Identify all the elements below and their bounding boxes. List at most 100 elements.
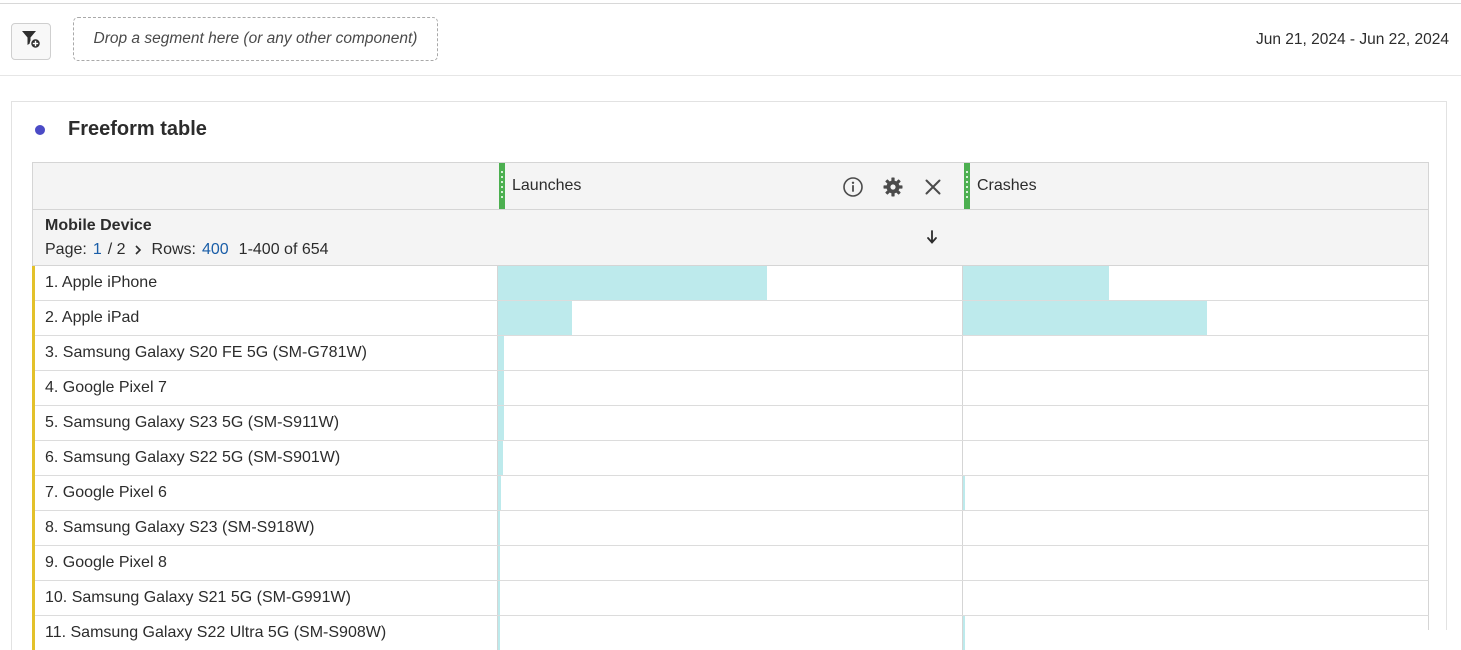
column-label: Crashes	[977, 177, 1037, 194]
bar-launches	[498, 301, 573, 335]
column-label: Launches	[512, 177, 582, 194]
cell-crashes[interactable]	[962, 441, 1428, 475]
filter-add-icon	[20, 28, 42, 55]
cell-launches[interactable]	[497, 406, 962, 440]
rows-per-page-link[interactable]: 400	[202, 241, 229, 259]
dimension-header-row: Mobile Device Page: 1 / 2 Rows: 400 1-40…	[32, 210, 1429, 266]
add-filter-button[interactable]	[11, 23, 51, 60]
cell-launches[interactable]	[497, 581, 962, 615]
panel-status-dot	[35, 125, 45, 135]
sort-descending-icon[interactable]	[926, 229, 938, 250]
dimension-title[interactable]: Mobile Device	[45, 217, 152, 235]
gear-icon[interactable]	[881, 175, 905, 199]
date-range[interactable]: Jun 21, 2024 - Jun 22, 2024	[1256, 31, 1449, 49]
cell-crashes[interactable]	[962, 511, 1428, 545]
row-label[interactable]: 11. Samsung Galaxy S22 Ultra 5G (SM-S908…	[45, 616, 386, 650]
drag-handle-icon[interactable]	[964, 163, 970, 209]
table-row[interactable]: 4. Google Pixel 7	[32, 371, 1429, 406]
row-accent	[32, 581, 35, 616]
column-header-launches[interactable]: Launches	[499, 163, 963, 209]
cell-crashes[interactable]	[962, 371, 1428, 405]
row-accent	[32, 406, 35, 441]
column-header-crashes[interactable]: Crashes	[964, 163, 1428, 209]
row-label[interactable]: 6. Samsung Galaxy S22 5G (SM-S901W)	[45, 441, 340, 475]
bar-launches	[498, 371, 504, 405]
cell-launches[interactable]	[497, 266, 962, 300]
cell-crashes[interactable]	[962, 476, 1428, 510]
cell-launches[interactable]	[497, 371, 962, 405]
row-label[interactable]: 4. Google Pixel 7	[45, 371, 167, 405]
table-row[interactable]: 7. Google Pixel 6	[32, 476, 1429, 511]
page-current-link[interactable]: 1	[93, 241, 102, 259]
bar-crashes	[963, 476, 965, 510]
table-body: 1. Apple iPhone 2. Apple iPad 3. Samsung G…	[32, 266, 1429, 650]
cell-launches[interactable]	[497, 301, 962, 335]
bar-launches	[498, 546, 501, 580]
close-icon[interactable]	[921, 175, 945, 199]
row-accent	[32, 266, 35, 301]
row-label[interactable]: 10. Samsung Galaxy S21 5G (SM-G991W)	[45, 581, 351, 615]
row-label[interactable]: 1. Apple iPhone	[45, 266, 157, 300]
bar-crashes	[963, 301, 1208, 335]
table-row[interactable]: 1. Apple iPhone	[32, 266, 1429, 301]
row-label[interactable]: 8. Samsung Galaxy S23 (SM-S918W)	[45, 511, 314, 545]
row-accent	[32, 476, 35, 511]
row-accent	[32, 616, 35, 650]
cell-launches[interactable]	[497, 546, 962, 580]
row-accent	[32, 511, 35, 546]
row-label[interactable]: 9. Google Pixel 8	[45, 546, 167, 580]
cell-launches[interactable]	[497, 476, 962, 510]
table-row[interactable]: 3. Samsung Galaxy S20 FE 5G (SM-G781W)	[32, 336, 1429, 371]
cell-crashes[interactable]	[962, 406, 1428, 440]
cell-launches[interactable]	[497, 616, 962, 650]
cell-crashes[interactable]	[962, 336, 1428, 370]
table-row[interactable]: 8. Samsung Galaxy S23 (SM-S918W)	[32, 511, 1429, 546]
corner-fade	[1041, 630, 1461, 650]
next-page-chevron-icon[interactable]	[134, 243, 142, 258]
rows-label: Rows:	[151, 241, 196, 258]
segment-drop-zone[interactable]: Drop a segment here (or any other compon…	[73, 17, 438, 61]
page-total: / 2	[107, 241, 126, 258]
table-row[interactable]: 6. Samsung Galaxy S22 5G (SM-S901W)	[32, 441, 1429, 476]
bar-launches	[498, 581, 500, 615]
segment-toolbar: Drop a segment here (or any other compon…	[0, 4, 1461, 76]
bar-crashes	[963, 266, 1110, 300]
table-row[interactable]: 9. Google Pixel 8	[32, 546, 1429, 581]
cell-crashes[interactable]	[962, 301, 1428, 335]
row-label[interactable]: 5. Samsung Galaxy S23 5G (SM-S911W)	[45, 406, 339, 440]
row-label[interactable]: 3. Samsung Galaxy S20 FE 5G (SM-G781W)	[45, 336, 367, 370]
bar-launches	[498, 441, 504, 475]
cell-launches[interactable]	[497, 336, 962, 370]
row-accent	[32, 371, 35, 406]
cell-crashes[interactable]	[962, 266, 1428, 300]
pagination: Page: 1 / 2 Rows: 400 1-400 of 654	[45, 241, 329, 259]
bar-launches	[498, 336, 504, 370]
column-header-row: Launches Crashes	[32, 162, 1429, 210]
bar-crashes	[963, 616, 965, 650]
table-row[interactable]: 2. Apple iPad	[32, 301, 1429, 336]
bar-launches	[498, 511, 501, 545]
table-row[interactable]: 5. Samsung Galaxy S23 5G (SM-S911W)	[32, 406, 1429, 441]
bar-launches	[498, 616, 500, 650]
page-label: Page:	[45, 241, 87, 258]
row-label[interactable]: 7. Google Pixel 6	[45, 476, 167, 510]
column-actions	[841, 175, 945, 199]
row-accent	[32, 441, 35, 476]
info-icon[interactable]	[841, 175, 865, 199]
freeform-table: Launches Crashes Mobile Device Page: 1 /…	[32, 162, 1429, 650]
freeform-panel: Freeform table Launches Crashes Mobile D…	[11, 101, 1447, 650]
row-accent	[32, 301, 35, 336]
row-label[interactable]: 2. Apple iPad	[45, 301, 139, 335]
panel-title[interactable]: Freeform table	[68, 118, 207, 141]
cell-crashes[interactable]	[962, 581, 1428, 615]
drag-handle-icon[interactable]	[499, 163, 505, 209]
row-range-text: 1-400 of 654	[238, 241, 329, 258]
cell-launches[interactable]	[497, 511, 962, 545]
bar-launches	[498, 406, 504, 440]
cell-launches[interactable]	[497, 441, 962, 475]
row-accent	[32, 336, 35, 371]
cell-crashes[interactable]	[962, 546, 1428, 580]
row-accent	[32, 546, 35, 581]
bar-launches	[498, 266, 768, 300]
table-row[interactable]: 10. Samsung Galaxy S21 5G (SM-G991W)	[32, 581, 1429, 616]
